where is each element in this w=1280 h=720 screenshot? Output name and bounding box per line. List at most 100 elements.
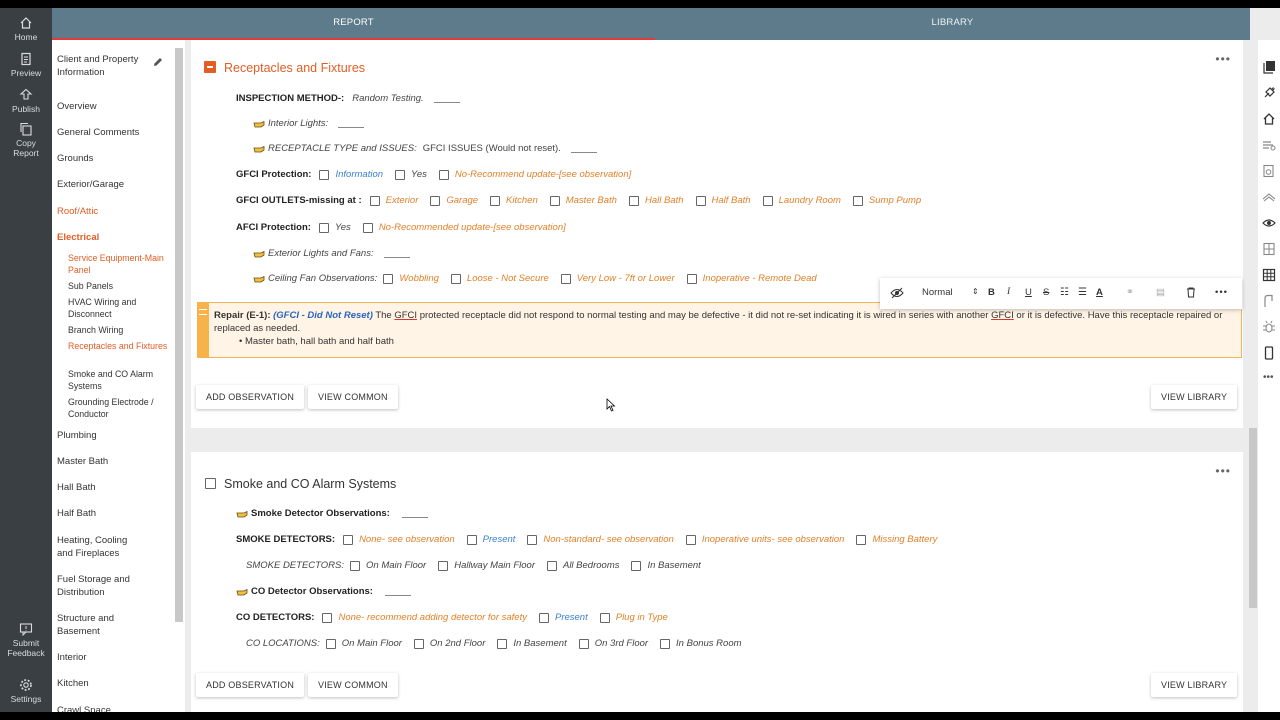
checkbox[interactable] — [350, 560, 361, 571]
nav-sub-sub-panels[interactable]: Sub Panels — [68, 280, 172, 292]
copy-report-button[interactable]: Copy Report — [0, 122, 52, 158]
tab-library[interactable]: LIBRARY — [655, 8, 1250, 40]
nav-sub-receptacles[interactable]: Receptacles and Fixtures — [68, 340, 172, 352]
preview-button[interactable]: Preview — [0, 52, 52, 78]
checkbox[interactable] — [362, 222, 373, 233]
nav-sub-smoke-co[interactable]: Smoke and CO Alarm Systems — [68, 368, 172, 392]
nav-sub-hvac-wiring[interactable]: HVAC Wiring and Disconnect — [68, 296, 172, 320]
edit-pencil-icon[interactable] — [152, 56, 164, 68]
submit-feedback-button[interactable]: Submit Feedback — [0, 622, 52, 658]
add-observation-button[interactable]: ADD OBSERVATION — [196, 673, 305, 697]
nav-item-crawl-space[interactable]: Crawl Space — [57, 704, 175, 712]
view-library-button[interactable]: VIEW LIBRARY — [1151, 673, 1238, 697]
grid-icon[interactable] — [1262, 268, 1276, 282]
nav-item-interior[interactable]: Interior — [57, 651, 175, 664]
eye-hide-icon[interactable] — [890, 287, 904, 299]
checkbox[interactable] — [438, 560, 449, 571]
window-icon[interactable] — [1262, 242, 1276, 256]
section-checkbox[interactable] — [205, 478, 216, 489]
checkbox[interactable] — [628, 195, 639, 206]
checkbox[interactable] — [466, 534, 477, 545]
nav-item-client[interactable]: Client and Property Information — [57, 53, 149, 79]
checkbox[interactable] — [527, 534, 538, 545]
settings-button[interactable]: Settings — [0, 678, 52, 704]
collapse-section-button[interactable] — [204, 61, 216, 73]
checkbox[interactable] — [660, 638, 671, 649]
trash-icon[interactable] — [1186, 287, 1196, 298]
checkbox[interactable] — [685, 534, 696, 545]
italic-icon[interactable]: I — [1007, 287, 1010, 297]
repair-observation[interactable]: Repair (E-1): (GFCI - Did Not Reset) The… — [197, 302, 1242, 358]
checkbox[interactable] — [438, 169, 449, 180]
format-select[interactable]: Normal — [922, 287, 953, 298]
checkbox[interactable] — [852, 195, 863, 206]
clear-format-icon[interactable]: ▤ — [1156, 287, 1165, 298]
view-common-button[interactable]: VIEW COMMON — [308, 385, 398, 409]
checkbox[interactable] — [322, 612, 333, 623]
checkbox[interactable] — [497, 638, 508, 649]
nav-item-exterior-garage[interactable]: Exterior/Garage — [57, 178, 175, 191]
checkbox[interactable] — [395, 169, 406, 180]
checkbox[interactable] — [450, 273, 461, 284]
nav-sub-service-equipment[interactable]: Service Equipment-Main Panel — [68, 252, 172, 276]
inspect-eye-icon[interactable] — [1262, 216, 1276, 230]
nav-item-overview[interactable]: Overview — [57, 100, 175, 113]
nav-item-fuel[interactable]: Fuel Storage and Distribution — [57, 573, 137, 599]
bold-icon[interactable]: B — [988, 287, 995, 298]
strikethrough-icon[interactable]: S — [1043, 287, 1049, 298]
checkbox[interactable] — [538, 612, 549, 623]
section-more-icon[interactable]: ••• — [1215, 464, 1231, 478]
checkbox[interactable] — [383, 273, 394, 284]
more-tools-icon[interactable]: ••• — [1263, 372, 1274, 383]
view-common-button[interactable]: VIEW COMMON — [308, 673, 398, 697]
roof-icon[interactable] — [1262, 190, 1276, 204]
view-library-button[interactable]: VIEW LIBRARY — [1151, 385, 1238, 409]
checkbox[interactable] — [762, 195, 773, 206]
nav-item-grounds[interactable]: Grounds — [57, 152, 175, 165]
checkbox[interactable] — [319, 169, 330, 180]
checkbox[interactable] — [430, 195, 441, 206]
nav-item-hall-bath[interactable]: Hall Bath — [57, 481, 175, 494]
drag-handle-icon[interactable] — [199, 309, 207, 315]
ordered-list-icon[interactable]: ☷ — [1060, 287, 1069, 298]
checkbox[interactable] — [578, 638, 589, 649]
faucet-icon[interactable] — [1262, 294, 1276, 308]
bug-icon[interactable] — [1262, 320, 1276, 334]
nav-item-half-bath[interactable]: Half Bath — [57, 507, 175, 520]
pages-icon[interactable] — [1262, 60, 1276, 74]
nav-sub-grounding[interactable]: Grounding Electrode / Conductor — [68, 396, 172, 420]
publish-button[interactable]: Publish — [0, 88, 52, 114]
add-observation-button[interactable]: ADD OBSERVATION — [196, 385, 305, 409]
link-icon[interactable]: ⚭ — [1126, 287, 1134, 298]
tab-report[interactable]: REPORT — [52, 8, 655, 40]
checkbox[interactable] — [560, 273, 571, 284]
plug-icon[interactable] — [1262, 86, 1276, 100]
home-button[interactable]: Home — [0, 16, 52, 42]
checkbox[interactable] — [413, 638, 424, 649]
nav-item-plumbing[interactable]: Plumbing — [57, 429, 175, 442]
nav-sub-branch-wiring[interactable]: Branch Wiring — [68, 324, 172, 336]
nav-item-master-bath[interactable]: Master Bath — [57, 455, 175, 468]
checkbox[interactable] — [686, 273, 697, 284]
inspection-method-blank[interactable] — [433, 95, 460, 103]
checkbox[interactable] — [369, 195, 380, 206]
interior-lights-blank[interactable] — [338, 120, 365, 128]
section-more-icon[interactable]: ••• — [1215, 52, 1231, 66]
checkbox[interactable] — [549, 195, 560, 206]
underline-icon[interactable]: U — [1025, 287, 1032, 298]
appliance-icon[interactable] — [1262, 164, 1276, 178]
checkbox[interactable] — [599, 612, 610, 623]
nav-item-electrical[interactable]: Electrical — [57, 231, 175, 244]
checkbox[interactable] — [343, 534, 354, 545]
checkbox[interactable] — [631, 560, 642, 571]
text-color-icon[interactable]: A — [1096, 287, 1103, 298]
house-icon[interactable] — [1262, 112, 1276, 126]
nav-item-general-comments[interactable]: General Comments — [57, 126, 175, 139]
nav-item-roof-attic[interactable]: Roof/Attic — [57, 205, 175, 218]
main-scrollbar[interactable] — [1249, 428, 1257, 608]
bullet-list-icon[interactable]: ☰ — [1078, 287, 1087, 298]
checkbox[interactable] — [318, 222, 329, 233]
hvac-icon[interactable] — [1262, 138, 1276, 152]
nav-item-kitchen[interactable]: Kitchen — [57, 677, 175, 690]
exterior-lights-blank[interactable] — [383, 250, 410, 258]
